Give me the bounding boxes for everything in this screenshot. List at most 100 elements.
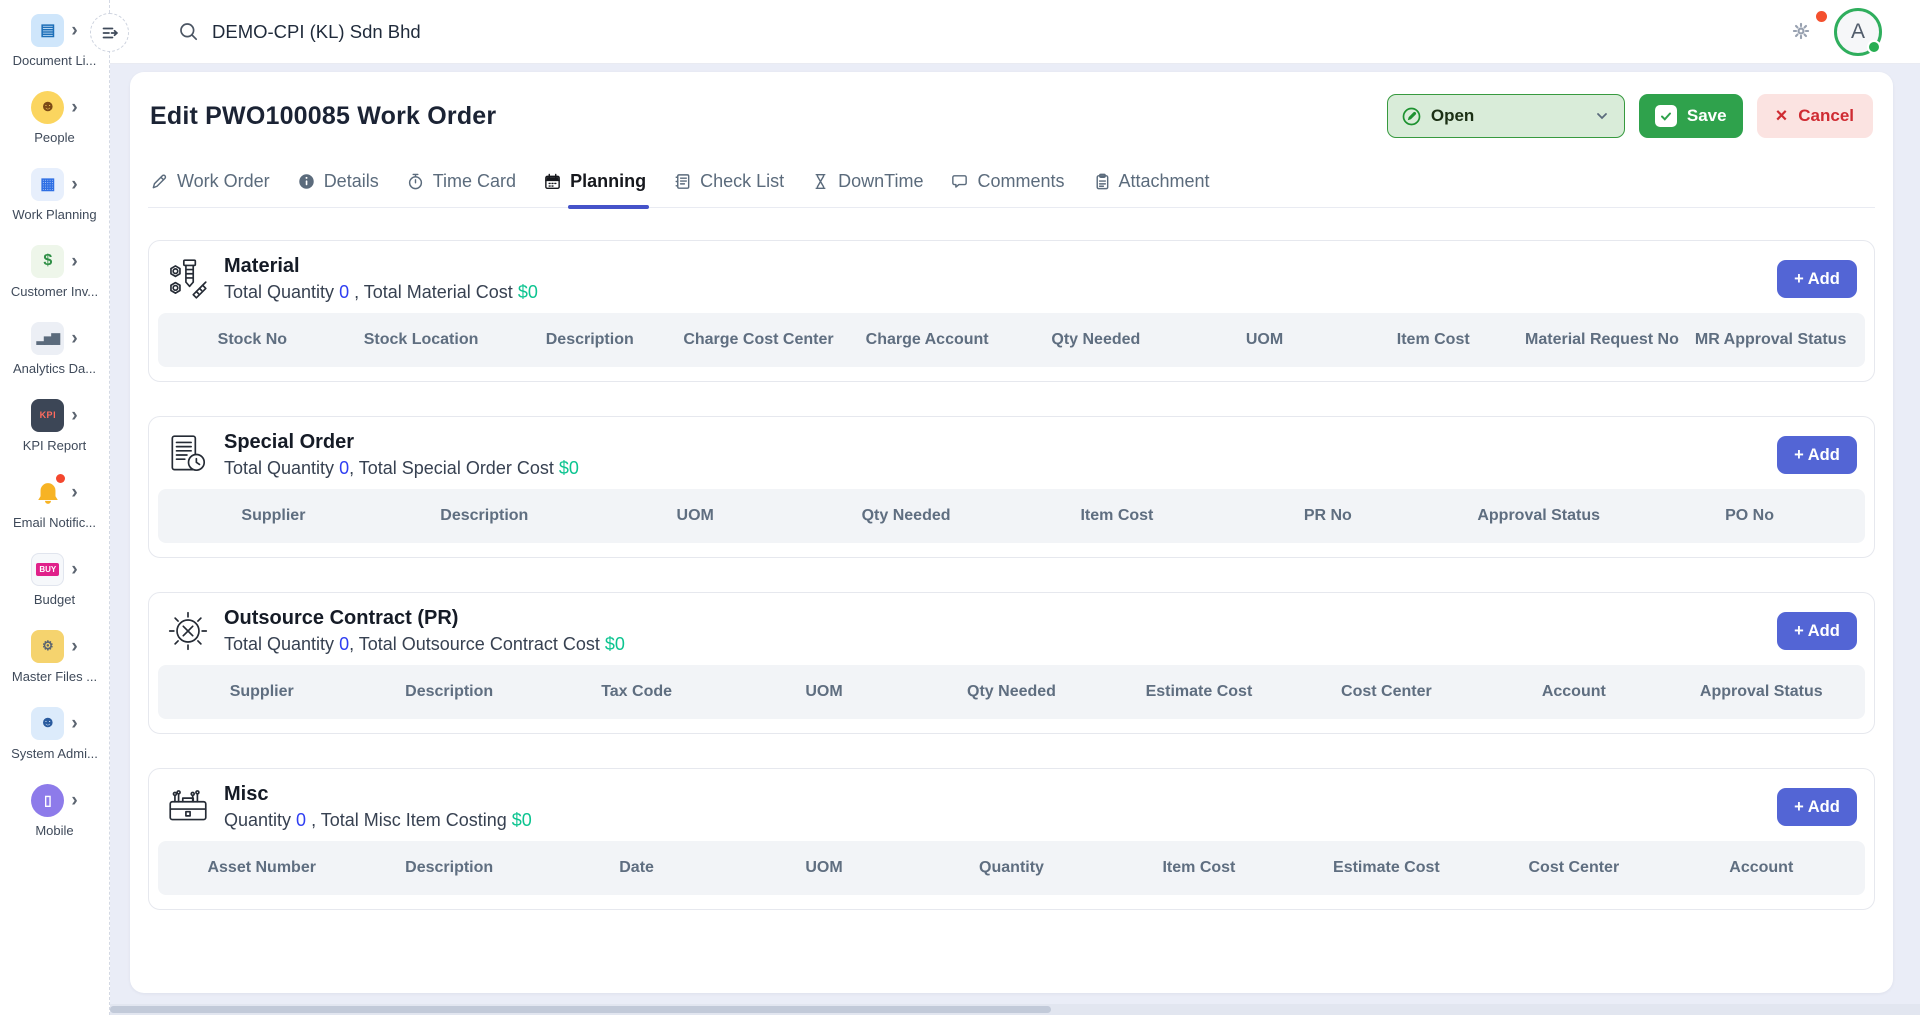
sidebar-item-people[interactable]: ☻ › People [1,89,109,166]
column-header: Tax Code [543,683,730,701]
calendar-icon [543,172,562,191]
sidebar-item-master-files[interactable]: ⚙ › Master Files ... [1,628,109,705]
chevron-right-icon: › [71,98,77,117]
total-quantity-value: 0 [339,458,349,478]
total-cost-value: $0 [559,458,579,478]
material-table-header: Stock NoStock LocationDescriptionCharge … [158,313,1865,367]
tab-work-order[interactable]: Work Order [150,171,270,207]
sidebar-item-work-planning[interactable]: ▦ › Work Planning [1,166,109,243]
invoice-check-icon: $ [31,245,64,278]
column-header: Date [543,859,730,877]
tab-planning[interactable]: Planning [543,171,646,207]
column-header: Estimate Cost [1293,859,1480,877]
status-pen-icon [1402,107,1421,126]
analytics-chart-icon: ▂▅▇ [31,322,64,355]
search-input[interactable] [212,21,732,43]
tab-comments[interactable]: Comments [950,171,1064,207]
hourglass-icon [811,172,830,191]
sidebar-item-label: Mobile [35,823,73,838]
sidebar-item-label: Document Li... [13,53,97,68]
column-header: Account [1480,683,1667,701]
sidebar-item-label: Master Files ... [12,669,97,684]
avatar-letter: A [1851,20,1865,44]
column-header: UOM [730,859,917,877]
special-order-table-header: SupplierDescriptionUOMQty NeededItem Cos… [158,489,1865,543]
page-title: Edit PWO100085 Work Order [150,102,496,131]
section-title: Material [224,255,538,278]
chevron-right-icon: › [71,329,77,348]
column-header: Qty Needed [801,507,1012,525]
outsource-table-header: SupplierDescriptionTax CodeUOMQty Needed… [158,665,1865,719]
add-material-button[interactable]: + Add [1777,260,1857,298]
add-outsource-button[interactable]: + Add [1777,612,1857,650]
settings-gear-icon[interactable] [1792,22,1812,42]
tab-attachment[interactable]: Attachment [1092,171,1210,207]
sidebar-item-budget[interactable]: BUY › Budget [1,551,109,628]
pen-icon [150,172,169,191]
column-header: Stock Location [337,331,506,349]
documents-icon: ▤ [31,14,64,47]
sidebar-item-kpi-report[interactable]: KPI › KPI Report [1,397,109,474]
sidebar-item-label: System Admi... [11,746,98,761]
close-icon: × [1776,106,1788,126]
tab-downtime[interactable]: DownTime [811,171,923,207]
column-header: Estimate Cost [1105,683,1292,701]
section-title: Special Order [224,431,579,454]
tab-details[interactable]: Details [297,171,379,207]
column-header: Qty Needed [918,683,1105,701]
column-header: Item Cost [1349,331,1518,349]
notification-dot [1816,11,1827,22]
sidebar-item-label: Email Notific... [13,515,96,530]
column-header: PO No [1644,507,1855,525]
column-header: Item Cost [1105,859,1292,877]
sidebar-item-email-notifications[interactable]: › Email Notific... [1,474,109,551]
sidebar-item-label: Customer Inv... [11,284,98,299]
chevron-right-icon: › [71,406,77,425]
sidebar-item-customer-invoice[interactable]: $ › Customer Inv... [1,243,109,320]
sidebar: ▤ › Document Li... ☻ › People ▦ › Work P… [0,0,110,1015]
misc-table-header: Asset NumberDescriptionDateUOMQuantityIt… [158,841,1865,895]
sidebar-item-system-admin[interactable]: ☻ › System Admi... [1,705,109,782]
section-misc: Misc Quantity 0 , Total Misc Item Costin… [148,768,1875,910]
section-summary: Quantity 0 , Total Misc Item Costing $0 [224,810,532,831]
section-title: Misc [224,783,532,806]
sidebar-item-analytics-dashboard[interactable]: ▂▅▇ › Analytics Da... [1,320,109,397]
notification-dot [56,474,65,483]
info-icon [297,172,316,191]
bell-icon [31,476,64,509]
admin-user-icon: ☻ [31,707,64,740]
chevron-down-icon [1594,108,1610,124]
people-icon: ☻ [31,91,64,124]
search-icon [178,21,199,42]
column-header: Description [505,331,674,349]
column-header: Item Cost [1012,507,1223,525]
cancel-button[interactable]: × Cancel [1757,94,1873,138]
chevron-right-icon: › [71,21,77,40]
tab-time-card[interactable]: Time Card [406,171,516,207]
misc-toolbox-icon [165,784,211,830]
mobile-phone-icon: ▯ [31,784,64,817]
sidebar-item-mobile[interactable]: ▯ › Mobile [1,782,109,859]
column-header: Account [1668,859,1855,877]
add-misc-button[interactable]: + Add [1777,788,1857,826]
add-special-order-button[interactable]: + Add [1777,436,1857,474]
speech-bubble-icon [950,172,969,191]
avatar[interactable]: A [1834,8,1882,56]
horizontal-scrollbar[interactable] [110,1004,1920,1015]
column-header: Cost Center [1293,683,1480,701]
status-dropdown[interactable]: Open [1387,94,1625,138]
column-header: UOM [1180,331,1349,349]
column-header: Charge Cost Center [674,331,843,349]
sidebar-collapse-button[interactable] [90,13,129,52]
column-header: Approval Status [1433,507,1644,525]
sidebar-item-label: KPI Report [23,438,87,453]
scrollbar-thumb[interactable] [110,1006,1051,1013]
chevron-right-icon: › [71,560,77,579]
save-button[interactable]: Save [1639,94,1743,138]
special-order-document-icon [165,432,211,478]
chevron-right-icon: › [71,637,77,656]
column-header: PR No [1222,507,1433,525]
section-outsource-contract: Outsource Contract (PR) Total Quantity 0… [148,592,1875,734]
tab-check-list[interactable]: Check List [673,171,784,207]
stopwatch-icon [406,172,425,191]
